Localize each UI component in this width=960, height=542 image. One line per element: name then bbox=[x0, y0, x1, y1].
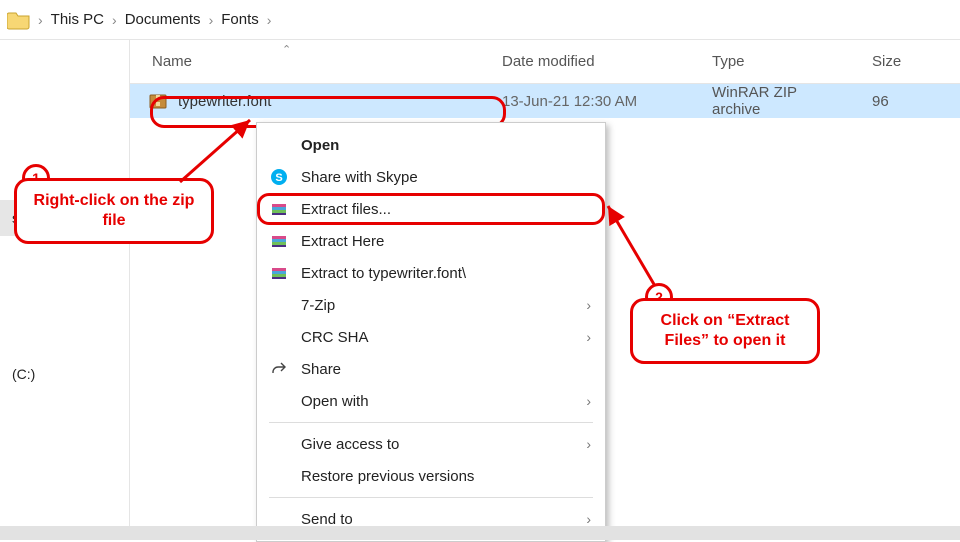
winrar-icon bbox=[269, 231, 289, 251]
sort-indicator-icon: ⌃ bbox=[282, 43, 291, 56]
context-menu: Open S Share with Skype Extract files...… bbox=[256, 122, 606, 542]
context-menu-label: Share bbox=[301, 361, 591, 378]
context-menu-extract-here[interactable]: Extract Here bbox=[257, 225, 605, 257]
chevron-right-icon: › bbox=[586, 511, 591, 527]
context-menu-label: Open bbox=[301, 137, 591, 154]
file-name: typewriter.font bbox=[178, 93, 271, 110]
context-menu-label: Give access to bbox=[301, 436, 574, 453]
chevron-right-icon: › bbox=[265, 12, 274, 28]
breadcrumb-label: Documents bbox=[119, 7, 207, 32]
file-date-cell: 13-Jun-21 12:30 AM bbox=[490, 93, 700, 110]
context-menu-crc-sha[interactable]: CRC SHA › bbox=[257, 321, 605, 353]
breadcrumb-trailing-chevron[interactable]: › bbox=[265, 12, 274, 28]
sidebar-item-label: (C:) bbox=[12, 366, 35, 382]
column-label: Date modified bbox=[502, 53, 595, 70]
blank-icon bbox=[269, 391, 289, 411]
context-menu-open-with[interactable]: Open with › bbox=[257, 385, 605, 417]
column-label: Name bbox=[152, 53, 192, 70]
winrar-icon bbox=[269, 263, 289, 283]
annotation-callout-2: Click on “Extract Files” to open it bbox=[630, 298, 820, 364]
chevron-right-icon: › bbox=[36, 12, 45, 28]
blank-icon bbox=[269, 135, 289, 155]
breadcrumb-segment[interactable]: › Fonts bbox=[207, 7, 265, 32]
column-label: Type bbox=[712, 53, 745, 70]
column-label: Size bbox=[872, 53, 901, 70]
skype-icon: S bbox=[269, 167, 289, 187]
annotation-callout-1: Right-click on the zip file bbox=[14, 178, 214, 244]
breadcrumb-label: This PC bbox=[45, 7, 110, 32]
file-name-cell[interactable]: typewriter.font bbox=[130, 91, 490, 111]
address-bar[interactable]: › This PC › Documents › Fonts › bbox=[0, 0, 960, 40]
context-menu-label: Open with bbox=[301, 393, 574, 410]
context-menu-extract-to-folder[interactable]: Extract to typewriter.font\ bbox=[257, 257, 605, 289]
context-menu-label: Extract Here bbox=[301, 233, 591, 250]
column-headers: Name ⌃ Date modified Type Size bbox=[130, 40, 960, 84]
context-menu-extract-files[interactable]: Extract files... bbox=[257, 193, 605, 225]
blank-icon bbox=[269, 466, 289, 486]
chevron-right-icon: › bbox=[207, 12, 216, 28]
taskbar bbox=[0, 526, 960, 540]
context-menu-open[interactable]: Open bbox=[257, 129, 605, 161]
blank-icon bbox=[269, 295, 289, 315]
file-row[interactable]: typewriter.font 13-Jun-21 12:30 AM WinRA… bbox=[130, 84, 960, 118]
column-header-name[interactable]: Name ⌃ bbox=[130, 40, 490, 83]
context-menu-label: Extract files... bbox=[301, 201, 591, 218]
blank-icon bbox=[269, 327, 289, 347]
context-menu-7zip[interactable]: 7-Zip › bbox=[257, 289, 605, 321]
archive-icon bbox=[148, 91, 168, 111]
context-menu-label: Extract to typewriter.font\ bbox=[301, 265, 591, 282]
breadcrumb-segment[interactable]: › Documents bbox=[110, 7, 207, 32]
file-size-cell: 96 bbox=[860, 93, 960, 110]
share-icon bbox=[269, 359, 289, 379]
context-menu-label: CRC SHA bbox=[301, 329, 574, 346]
chevron-right-icon: › bbox=[110, 12, 119, 28]
annotation-text: Click on “Extract Files” to open it bbox=[661, 312, 790, 349]
column-header-date[interactable]: Date modified bbox=[490, 40, 700, 83]
folder-icon bbox=[6, 9, 32, 31]
winrar-icon bbox=[269, 199, 289, 219]
chevron-right-icon: › bbox=[586, 436, 591, 452]
context-menu-label: Send to bbox=[301, 511, 574, 528]
context-menu-label: Restore previous versions bbox=[301, 468, 591, 485]
svg-text:S: S bbox=[275, 172, 282, 184]
file-type-cell: WinRAR ZIP archive bbox=[700, 84, 860, 118]
context-menu-share[interactable]: Share bbox=[257, 353, 605, 385]
chevron-right-icon: › bbox=[586, 297, 591, 313]
navigation-pane[interactable]: s (C:) bbox=[0, 40, 130, 540]
chevron-right-icon: › bbox=[586, 393, 591, 409]
context-menu-separator bbox=[269, 422, 593, 423]
annotation-text: Right-click on the zip file bbox=[34, 192, 195, 229]
context-menu-label: Share with Skype bbox=[301, 169, 591, 186]
context-menu-label: 7-Zip bbox=[301, 297, 574, 314]
context-menu-separator bbox=[269, 497, 593, 498]
breadcrumb-segment[interactable]: › This PC bbox=[36, 7, 110, 32]
sidebar-item-drive-c[interactable]: (C:) bbox=[0, 356, 129, 392]
chevron-right-icon: › bbox=[586, 329, 591, 345]
context-menu-restore-versions[interactable]: Restore previous versions bbox=[257, 460, 605, 492]
column-header-size[interactable]: Size bbox=[860, 40, 960, 83]
column-header-type[interactable]: Type bbox=[700, 40, 860, 83]
context-menu-share-skype[interactable]: S Share with Skype bbox=[257, 161, 605, 193]
breadcrumb-label: Fonts bbox=[215, 7, 265, 32]
context-menu-give-access[interactable]: Give access to › bbox=[257, 428, 605, 460]
blank-icon bbox=[269, 434, 289, 454]
